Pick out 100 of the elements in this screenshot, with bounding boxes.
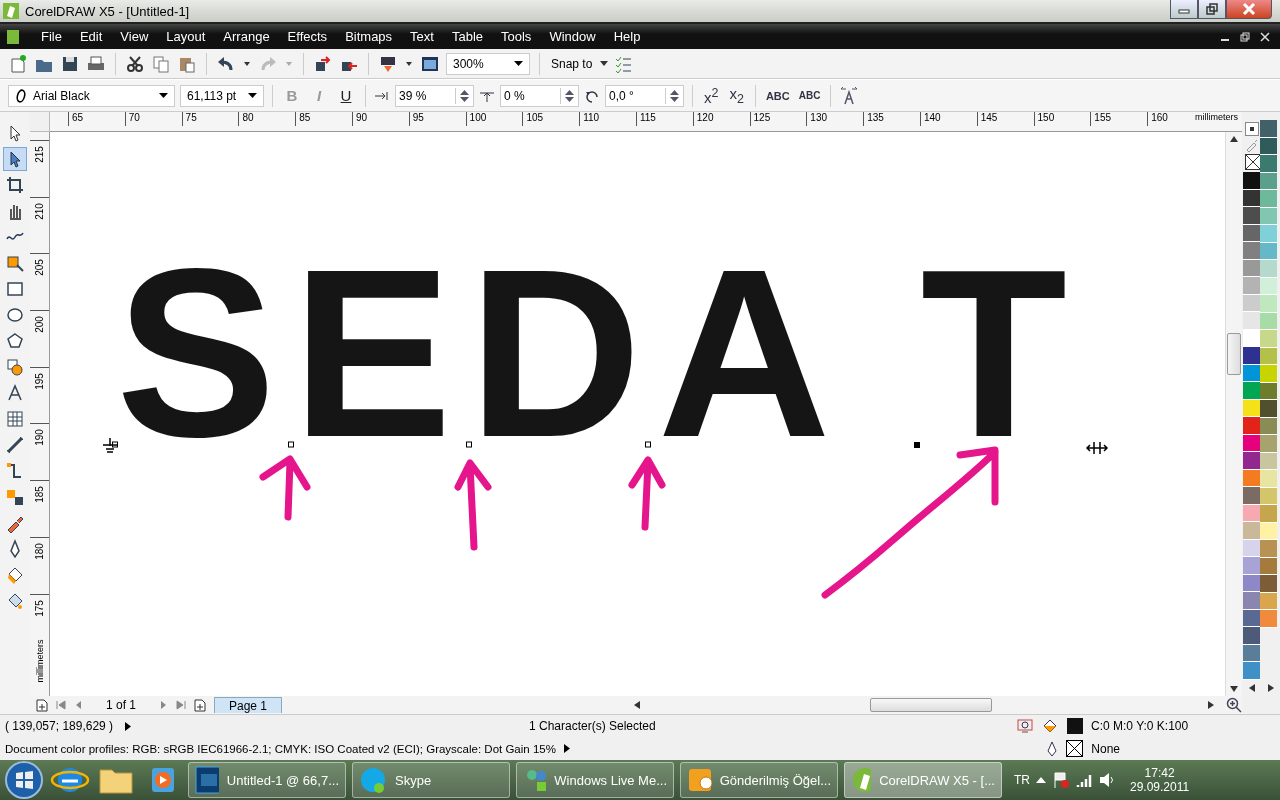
signal-icon[interactable]	[1076, 773, 1092, 787]
scroll-left-icon[interactable]	[634, 701, 641, 709]
font-size-dropdown[interactable]: 61,113 pt	[180, 84, 264, 107]
menu-item[interactable]: Text	[401, 29, 443, 44]
color-swatch[interactable]	[1243, 557, 1260, 575]
add-page-icon[interactable]	[36, 698, 48, 712]
new-document-icon[interactable]	[8, 53, 28, 74]
expand-arrow-icon[interactable]	[125, 721, 131, 731]
color-swatch[interactable]	[1260, 365, 1277, 383]
color-swatch[interactable]	[1243, 207, 1260, 225]
color-swatch[interactable]	[1260, 190, 1277, 208]
selection-handle[interactable]	[466, 441, 472, 448]
spin-up-icon[interactable]	[670, 89, 679, 95]
taskbar-button[interactable]: Windows Live Me...	[516, 762, 674, 798]
shape-tool-icon[interactable]	[4, 148, 26, 170]
last-page-icon[interactable]	[176, 700, 186, 710]
menu-item[interactable]: View	[111, 29, 158, 44]
scroll-thumb[interactable]	[870, 698, 993, 712]
menu-item[interactable]: Edit	[70, 29, 112, 44]
scroll-right-icon[interactable]	[1267, 683, 1274, 692]
menu-item[interactable]: Effects	[278, 29, 337, 44]
next-page-icon[interactable]	[160, 700, 168, 710]
restore-button[interactable]	[1198, 0, 1226, 19]
language-indicator[interactable]: TR	[1014, 773, 1030, 787]
selection-handle[interactable]	[645, 441, 651, 448]
color-swatch[interactable]	[1243, 417, 1260, 435]
monitor-icon[interactable]	[1017, 719, 1033, 734]
minimize-button[interactable]	[1170, 0, 1198, 19]
menu-item[interactable]: Layout	[157, 29, 215, 44]
clock-date[interactable]: 29.09.2011	[1130, 780, 1190, 794]
case-button[interactable]: ABC	[796, 90, 823, 101]
color-swatch[interactable]	[1260, 470, 1277, 488]
case-button[interactable]: ABC	[763, 89, 792, 102]
script-button[interactable]: x$_{2}$	[726, 85, 747, 106]
menu-item[interactable]: Help	[604, 29, 650, 44]
scroll-left-icon[interactable]	[1249, 683, 1256, 692]
menu-item[interactable]: Tools	[492, 29, 541, 44]
color-swatch[interactable]	[1260, 540, 1277, 558]
color-swatch[interactable]	[1243, 592, 1260, 610]
menu-item[interactable]: Table	[442, 29, 492, 44]
color-swatch[interactable]	[1260, 120, 1277, 138]
text-spacing-icon[interactable]	[839, 85, 860, 106]
first-page-icon[interactable]	[56, 700, 66, 710]
expand-arrow-icon[interactable]	[563, 744, 570, 754]
font-dropdown[interactable]: Arial Black	[8, 84, 175, 107]
selection-handle[interactable]	[112, 441, 118, 448]
script-button[interactable]: x$^{2}$	[701, 85, 722, 106]
menu-item[interactable]: Window	[540, 29, 605, 44]
palette-menu-icon[interactable]	[1245, 122, 1259, 136]
taskbar-button[interactable]: Skype	[352, 762, 510, 798]
flag-icon[interactable]	[1052, 771, 1070, 789]
zoom-icon[interactable]	[1226, 697, 1242, 713]
color-swatch[interactable]	[1260, 435, 1277, 453]
add-page-icon[interactable]	[194, 698, 206, 712]
scroll-down-icon[interactable]	[1230, 686, 1238, 692]
restore-icon[interactable]	[1240, 31, 1250, 42]
color-swatch[interactable]	[1243, 242, 1260, 260]
menu-item[interactable]: Arrange	[214, 29, 279, 44]
color-swatch[interactable]	[1260, 225, 1277, 243]
snap-to-dropdown[interactable]: Snap to	[549, 56, 595, 71]
selection-handle[interactable]	[914, 442, 920, 448]
table-icon[interactable]	[4, 408, 26, 430]
taskbar-button[interactable]: Untitled-1 @ 66,7...	[188, 762, 346, 798]
spin-field[interactable]: 0,0 °	[605, 84, 684, 107]
spin-down-icon[interactable]	[460, 96, 469, 102]
scroll-right-icon[interactable]	[1208, 701, 1214, 709]
color-swatch[interactable]	[1260, 260, 1277, 278]
spin-field[interactable]: 39 %	[395, 84, 474, 107]
color-swatch[interactable]	[1260, 610, 1277, 628]
format-button[interactable]: U	[335, 87, 357, 104]
color-swatch[interactable]	[1243, 382, 1260, 400]
color-swatch[interactable]	[1260, 295, 1277, 313]
spin-up-icon[interactable]	[565, 89, 574, 95]
color-swatch[interactable]	[1243, 452, 1260, 470]
previous-page-icon[interactable]	[74, 700, 82, 710]
taskbar-button[interactable]: Gönderilmiş Öğel...	[680, 762, 838, 798]
menu-item[interactable]: File	[32, 29, 71, 44]
vertical-scrollbar[interactable]	[1225, 132, 1242, 696]
shapes-icon[interactable]	[4, 356, 26, 378]
spin-up-icon[interactable]	[460, 89, 469, 95]
color-swatch[interactable]	[1243, 277, 1260, 295]
scroll-up-icon[interactable]	[1230, 136, 1238, 142]
color-swatch[interactable]	[1243, 347, 1260, 365]
import-icon[interactable]	[313, 53, 333, 74]
selection-handle[interactable]	[288, 441, 294, 448]
clock-time[interactable]: 17:42	[1144, 766, 1175, 780]
spin-field[interactable]: 0 %	[500, 84, 579, 107]
scroll-thumb[interactable]	[1227, 333, 1241, 375]
page-tab[interactable]: Page 1	[214, 697, 283, 713]
crop-icon[interactable]	[4, 174, 26, 196]
color-swatch[interactable]	[1243, 522, 1260, 540]
tray-arrow-icon[interactable]	[1036, 777, 1046, 783]
menu-item[interactable]: Bitmaps	[336, 29, 402, 44]
close-icon[interactable]	[1260, 31, 1270, 42]
color-swatch[interactable]	[1260, 155, 1277, 173]
zoom-dropdown[interactable]: 300%	[446, 52, 530, 75]
color-swatch[interactable]	[1260, 505, 1277, 523]
copy-icon[interactable]	[151, 53, 171, 74]
color-swatch[interactable]	[1243, 627, 1260, 645]
checklist-icon[interactable]	[614, 54, 633, 73]
